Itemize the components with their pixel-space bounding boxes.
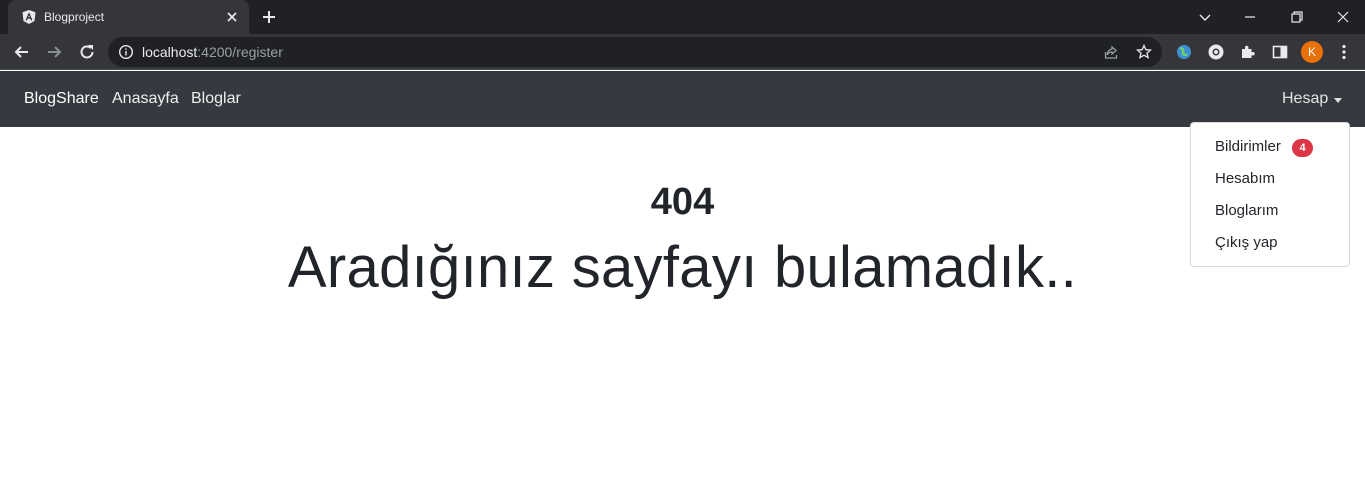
forward-arrow-icon[interactable]: [44, 42, 64, 62]
reload-icon[interactable]: [77, 42, 97, 62]
minimize-icon[interactable]: [1239, 6, 1261, 28]
tab-search-chevron-icon[interactable]: [1194, 6, 1216, 28]
restore-icon[interactable]: [1286, 6, 1308, 28]
url-path: :4200/register: [197, 44, 283, 60]
error-message: Aradığınız sayfayı bulamadık..: [287, 235, 1078, 300]
dropdown-caret-icon[interactable]: [1334, 98, 1342, 103]
more-menu-icon[interactable]: [1335, 43, 1353, 61]
globe-extension-icon[interactable]: [1175, 43, 1193, 61]
browser-titlebar: Blogproject: [0, 0, 1365, 34]
share-icon[interactable]: [1103, 44, 1119, 60]
url-host: localhost: [142, 44, 198, 60]
site-info-icon[interactable]: [118, 44, 134, 60]
nav-link-anasayfa[interactable]: Anasayfa: [112, 89, 179, 109]
close-window-icon[interactable]: [1332, 6, 1354, 28]
notification-count-badge: 4: [1292, 139, 1313, 157]
browser-tab[interactable]: Blogproject: [8, 0, 249, 34]
back-arrow-icon[interactable]: [12, 42, 32, 62]
tab-title: Blogproject: [44, 10, 105, 24]
dropdown-item-notifications[interactable]: Bildirimler: [1215, 137, 1281, 157]
bookmark-star-icon[interactable]: [1136, 44, 1152, 60]
angular-favicon-icon: [22, 10, 36, 24]
app-navbar: BlogShare Anasayfa Bloglar Hesap: [0, 71, 1365, 127]
account-dropdown-toggle[interactable]: Hesap: [1282, 89, 1328, 109]
error-code-heading: 404: [650, 181, 715, 223]
address-bar[interactable]: localhost:4200/register: [108, 37, 1162, 67]
brand-link[interactable]: BlogShare: [24, 89, 99, 109]
close-tab-icon[interactable]: [224, 9, 240, 25]
url-text: localhost:4200/register: [142, 44, 283, 60]
profile-avatar[interactable]: K: [1301, 41, 1323, 63]
browser-toolbar: localhost:4200/register K: [0, 34, 1365, 70]
circle-extension-icon[interactable]: [1207, 43, 1225, 61]
side-panel-icon[interactable]: [1271, 43, 1289, 61]
nav-link-bloglar[interactable]: Bloglar: [191, 89, 241, 109]
extensions-puzzle-icon[interactable]: [1239, 43, 1257, 61]
new-tab-icon[interactable]: [260, 8, 278, 26]
